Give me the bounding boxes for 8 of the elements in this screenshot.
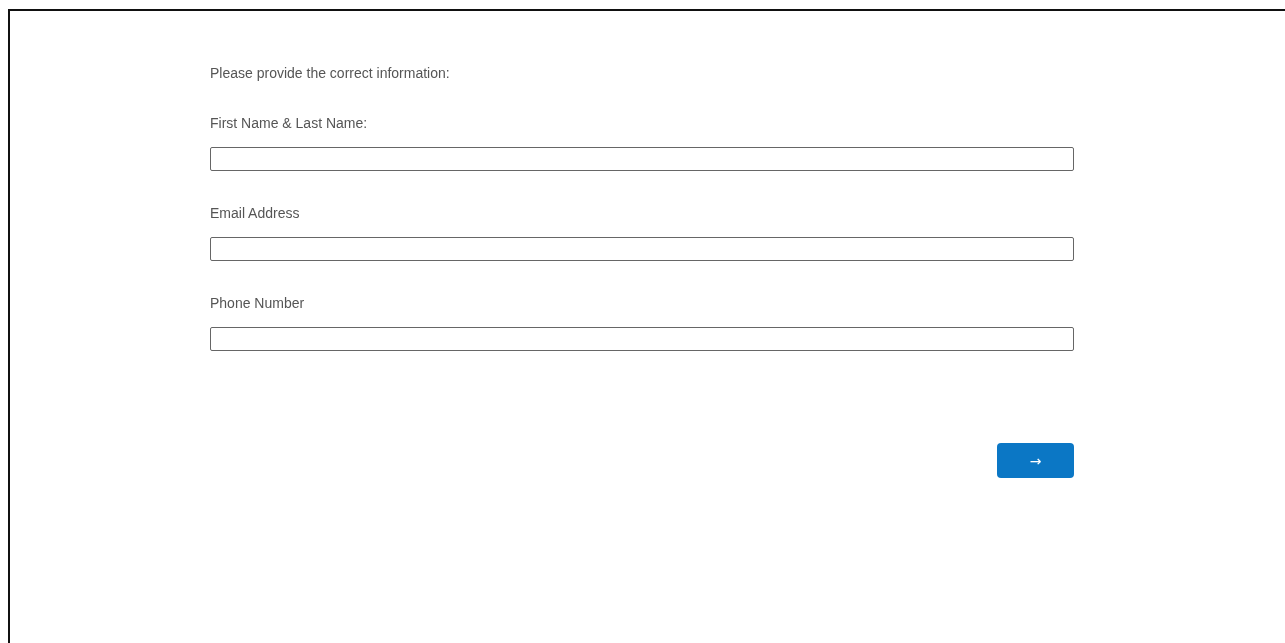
- field-label: Email Address: [210, 204, 301, 223]
- field-label: First Name & Last Name:: [210, 114, 369, 133]
- input-field[interactable]: [210, 327, 1074, 351]
- input-field[interactable]: [210, 147, 1074, 171]
- instruction-text: Please provide the correct information:: [210, 64, 451, 83]
- field-label: Phone Number: [210, 294, 306, 313]
- next-button[interactable]: →: [997, 443, 1074, 478]
- input-field[interactable]: [210, 237, 1074, 261]
